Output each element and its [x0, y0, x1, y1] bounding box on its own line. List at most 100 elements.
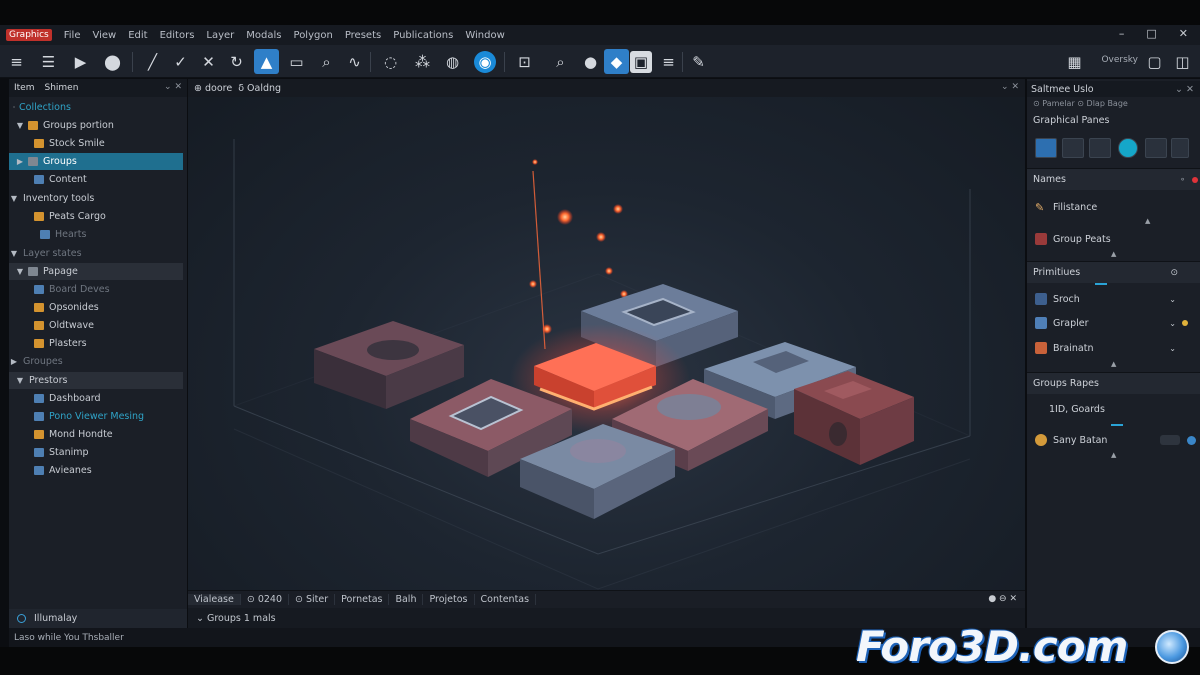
globe-small-icon[interactable]: [1187, 435, 1196, 445]
caret-up-icon[interactable]: ▲: [1111, 360, 1116, 368]
tab-balh[interactable]: Balh: [389, 594, 424, 605]
caret-up-icon[interactable]: ▲: [1145, 217, 1150, 225]
tree-item[interactable]: Avieanes: [9, 462, 183, 479]
zoom-icon[interactable]: ⌕: [548, 49, 573, 74]
names-item-0[interactable]: ✎ Filistance: [1027, 197, 1200, 217]
record-icon[interactable]: [1192, 176, 1198, 183]
brush-icon[interactable]: ✎: [686, 49, 711, 74]
3d-viewport[interactable]: ⊕ doore δ Oaldng ⌄ ✕: [188, 79, 1025, 590]
frame-icon[interactable]: ⊡: [512, 49, 537, 74]
menu-layer[interactable]: Layer: [206, 30, 234, 41]
expand-toggle-icon[interactable]: ▼: [9, 194, 19, 203]
paint-icon[interactable]: ▲: [254, 49, 279, 74]
panel-icon[interactable]: ◫: [1170, 49, 1195, 74]
panel-close-icon[interactable]: ⌄ ✕: [1175, 84, 1194, 95]
left-footer[interactable]: Illumalay: [9, 609, 187, 628]
expand-toggle-icon[interactable]: ▼: [9, 249, 19, 258]
names-item-1[interactable]: Group Peats: [1027, 229, 1200, 249]
hamburger-icon[interactable]: ≡: [656, 49, 681, 74]
caret-up-icon[interactable]: ▲: [1111, 250, 1116, 258]
menu-view[interactable]: View: [92, 30, 116, 41]
tree-item[interactable]: Pono Viewer Mesing: [9, 408, 183, 425]
expand-toggle-icon[interactable]: ▼: [15, 376, 25, 385]
wave-tool-icon[interactable]: [1035, 138, 1057, 158]
rotate-icon[interactable]: ↻: [224, 49, 249, 74]
toggle-pill[interactable]: [1160, 435, 1180, 445]
menu-edit[interactable]: Edit: [128, 30, 147, 41]
check-icon[interactable]: ✓: [168, 49, 193, 74]
expand-toggle-icon[interactable]: ▼: [15, 267, 25, 276]
group-item-1[interactable]: Sany Batan: [1027, 430, 1200, 450]
bar-tool-icon[interactable]: [1089, 138, 1111, 158]
tree-item[interactable]: Stock Smile: [9, 135, 183, 152]
tree-item[interactable]: ▼ Groups portion: [9, 117, 183, 134]
image-icon[interactable]: ▣: [630, 51, 652, 73]
tab-viewport[interactable]: ⊕ doore: [194, 83, 232, 94]
tree-item[interactable]: Board Deves: [9, 281, 183, 298]
tree-item[interactable]: Peats Cargo: [9, 208, 183, 225]
primitive-item-0[interactable]: Sroch ⌄: [1027, 289, 1200, 309]
tab-contentas[interactable]: Contentas: [475, 594, 537, 605]
frame-tool-icon[interactable]: [1062, 138, 1084, 158]
window-icon[interactable]: ▢: [1142, 49, 1167, 74]
search-icon[interactable]: ⌕: [314, 49, 339, 74]
bottom-controls[interactable]: ● ⊖ ✕: [988, 594, 1017, 604]
panel-controls[interactable]: ⌄ ✕: [164, 82, 182, 92]
workspace-label[interactable]: Oversky: [1101, 55, 1138, 65]
play-icon[interactable]: ▶: [68, 49, 93, 74]
line-icon[interactable]: ╱: [140, 49, 165, 74]
tree-item[interactable]: ▼ Papage: [9, 263, 183, 280]
grid-icon[interactable]: ▦: [1062, 49, 1087, 74]
tab-item[interactable]: Item: [9, 83, 40, 93]
lasso-icon[interactable]: ◌: [378, 49, 403, 74]
viewport-controls[interactable]: ⌄ ✕: [1001, 82, 1019, 92]
expand-toggle-icon[interactable]: ▼: [15, 121, 25, 130]
tab-pornetas[interactable]: Pornetas: [335, 594, 390, 605]
menu-presets[interactable]: Presets: [345, 30, 381, 41]
tab-shading[interactable]: δ Oaldng: [238, 83, 281, 94]
properties-subtabs[interactable]: ⊙ Pamelar ⊙ Dlap Bage: [1027, 97, 1200, 110]
tab-shimen[interactable]: Shimen: [40, 83, 84, 93]
tree-item[interactable]: Opsonides: [9, 299, 183, 316]
primitives-info-icon[interactable]: ⊙: [1170, 268, 1178, 278]
tree-item[interactable]: ▼ Inventory tools: [9, 190, 183, 207]
tab-vialease[interactable]: Vialease: [188, 594, 241, 605]
tree-item[interactable]: Mond Hondte: [9, 426, 183, 443]
names-section[interactable]: Names ⚬: [1027, 168, 1200, 190]
globe-icon[interactable]: ◉: [474, 51, 496, 73]
tree-item[interactable]: ▼ Layer states: [9, 245, 183, 262]
menu-icon[interactable]: ≡: [4, 49, 29, 74]
tab-siter[interactable]: ⊙ Siter: [289, 594, 336, 605]
caret-up-icon[interactable]: ▲: [1111, 451, 1116, 459]
select-icon[interactable]: ◆: [604, 49, 629, 74]
list-icon[interactable]: ☰: [36, 49, 61, 74]
group-item-0[interactable]: 1ID, Goards: [1027, 399, 1200, 419]
primitive-item-2[interactable]: Brainatn ⌄: [1027, 338, 1200, 358]
tree-item[interactable]: ▶ Groupes: [9, 353, 183, 370]
tree-item[interactable]: Hearts: [9, 226, 183, 243]
tab-0240[interactable]: ⊙ 0240: [241, 594, 290, 605]
menu-publications[interactable]: Publications: [393, 30, 453, 41]
expand-toggle-icon[interactable]: ▶: [9, 357, 19, 366]
pin-icon[interactable]: ⬤: [100, 49, 125, 74]
settings-tool-icon[interactable]: [1171, 138, 1189, 158]
screen-icon[interactable]: ▭: [284, 49, 309, 74]
tree-item[interactable]: ▶ Groups: [9, 153, 183, 170]
dot-icon[interactable]: ●: [578, 49, 603, 74]
primitive-item-1[interactable]: Grapler ⌄: [1027, 313, 1200, 333]
collections-header[interactable]: · Collections: [9, 99, 183, 116]
groups-section[interactable]: Groups Rapes: [1027, 372, 1200, 394]
menu-window[interactable]: Window: [465, 30, 504, 41]
chevron-down-icon[interactable]: ⌄: [1169, 319, 1176, 328]
scatter-icon[interactable]: ⁂: [410, 49, 435, 74]
menu-editors[interactable]: Editors: [160, 30, 195, 41]
tree-item[interactable]: Content: [9, 171, 183, 188]
app-badge[interactable]: Graphics: [6, 29, 52, 41]
tree-item[interactable]: ▼ Prestors: [9, 372, 183, 389]
menu-file[interactable]: File: [64, 30, 81, 41]
maximize-button[interactable]: □: [1146, 27, 1156, 40]
bucket-icon[interactable]: ◍: [440, 49, 465, 74]
close-button[interactable]: ✕: [1179, 27, 1188, 40]
tree-item[interactable]: Plasters: [9, 335, 183, 352]
properties-tabs[interactable]: Saltmee Uslo ⌄ ✕: [1027, 81, 1200, 97]
